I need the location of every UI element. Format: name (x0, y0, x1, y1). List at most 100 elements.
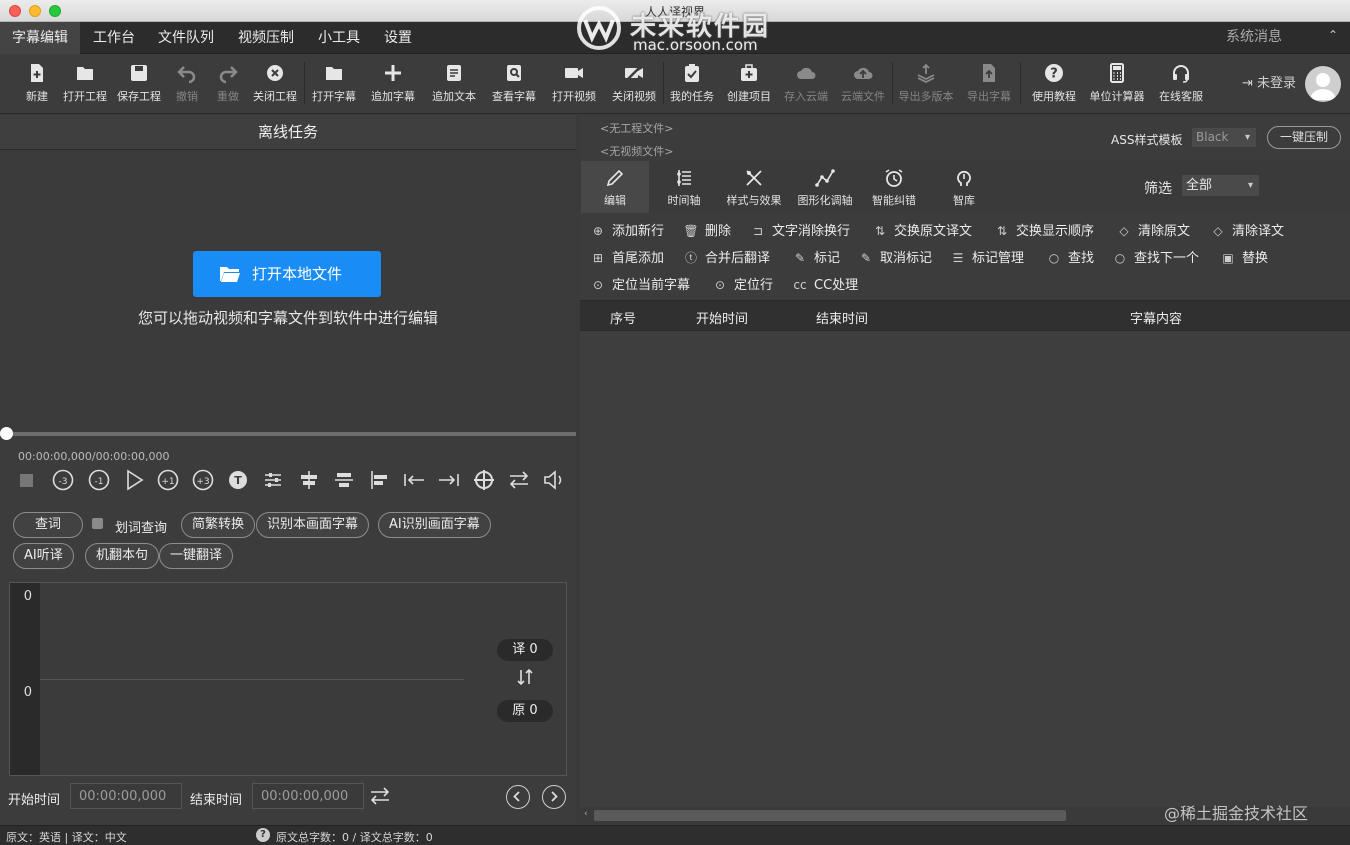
one-click-compress-button[interactable]: 一键压制 (1267, 126, 1341, 149)
online-support-button[interactable]: 在线客服 (1155, 60, 1207, 110)
column-index[interactable]: 序号 (610, 308, 636, 327)
export-subtitle-button[interactable]: 导出字幕 (964, 60, 1014, 110)
align-middle-button[interactable] (331, 467, 357, 493)
collapse-toolbar-icon[interactable]: ⌃ (1328, 28, 1338, 42)
clear-target-button[interactable]: ◇ 清除译文 (1210, 220, 1284, 242)
find-button[interactable]: ○ 查找 (1046, 247, 1094, 269)
save-project-button[interactable]: 保存工程 (114, 60, 164, 110)
subtitle-edit-box[interactable]: 0 0 译 0 原 0 (9, 582, 567, 776)
add-head-tail-button[interactable]: ⊞ 首尾添加 (590, 247, 664, 269)
tab-graphic-timing[interactable]: 图形化调轴 (790, 161, 860, 213)
column-subtitle-content[interactable]: 字幕内容 (1130, 308, 1182, 327)
unmark-button[interactable]: ✎ 取消标记 (858, 247, 932, 269)
avatar[interactable] (1305, 66, 1341, 102)
column-end-time[interactable]: 结束时间 (816, 308, 868, 327)
mark-management-button[interactable]: ☰ 标记管理 (950, 247, 1024, 269)
new-button[interactable]: 新建 (22, 60, 52, 110)
forward-1s-button[interactable]: +1 (155, 467, 181, 493)
adjust-button[interactable] (260, 467, 286, 493)
close-video-button[interactable]: 关闭视频 (609, 60, 659, 110)
locate-current-subtitle-button[interactable]: ⊙ 定位当前字幕 (590, 274, 690, 296)
remove-line-breaks-button[interactable]: ⊐ 文字消除换行 (750, 220, 850, 242)
ai-listen-translate-button[interactable]: AI听译 (13, 543, 74, 569)
add-new-line-button[interactable]: ⊕ 添加新行 (590, 220, 664, 242)
tab-knowledge-base[interactable]: 智库 (930, 161, 998, 213)
undo-button[interactable]: 撤销 (172, 60, 202, 110)
close-project-button[interactable]: 关闭工程 (250, 60, 300, 110)
filter-select[interactable]: 全部 (1182, 175, 1259, 196)
video-preview-area[interactable]: 打开本地文件 您可以拖动视频和字幕文件到软件中进行编辑 (0, 150, 576, 433)
play-button[interactable] (121, 467, 147, 493)
locate-button[interactable] (471, 467, 497, 493)
swap-text-button[interactable] (515, 667, 535, 691)
create-project-button[interactable]: 创建项目 (724, 60, 774, 110)
swap-display-order-button[interactable]: ⇅ 交换显示顺序 (994, 220, 1094, 242)
volume-button[interactable] (541, 467, 567, 493)
clear-source-button[interactable]: ◇ 清除原文 (1116, 220, 1190, 242)
next-line-button[interactable] (542, 785, 566, 809)
start-time-input[interactable] (70, 783, 182, 809)
append-subtitle-button[interactable]: 追加字幕 (368, 60, 418, 110)
append-text-button[interactable]: 追加文本 (429, 60, 479, 110)
menu-subtitle-edit[interactable]: 字幕编辑 (0, 22, 80, 54)
tab-edit[interactable]: 编辑 (581, 161, 649, 213)
align-left-button[interactable] (366, 467, 392, 493)
open-video-button[interactable]: 打开视频 (549, 60, 599, 110)
stop-button[interactable] (14, 467, 40, 493)
swap-time-button[interactable] (368, 785, 392, 811)
subtitle-table-body[interactable] (580, 331, 1350, 807)
tab-style-effects[interactable]: 样式与效果 (719, 161, 789, 213)
menu-file-queue[interactable]: 文件队列 (146, 22, 226, 54)
recognize-frame-subtitle-button[interactable]: 识别本画面字幕 (256, 512, 370, 538)
forward-3s-button[interactable]: +3 (190, 467, 216, 493)
scroll-left-icon[interactable]: ‹ (584, 809, 588, 819)
end-time-input[interactable] (252, 783, 364, 809)
save-to-cloud-button[interactable]: 存入云端 (781, 60, 831, 110)
login-link[interactable]: ⇥ 未登录 (1242, 72, 1296, 91)
open-project-button[interactable]: 打开工程 (60, 60, 110, 110)
open-local-file-button[interactable]: 打开本地文件 (193, 251, 381, 297)
help-icon[interactable]: ? (256, 828, 270, 842)
column-start-time[interactable]: 开始时间 (696, 308, 748, 327)
previous-line-button[interactable] (506, 785, 530, 809)
delete-button[interactable]: 🗑 删除 (683, 220, 731, 242)
menu-workbench[interactable]: 工作台 (81, 22, 147, 54)
menu-tools[interactable]: 小工具 (306, 22, 372, 54)
simplified-traditional-button[interactable]: 简繁转换 (181, 512, 256, 538)
tab-smart-correct[interactable]: 智能纠错 (860, 161, 928, 213)
system-message-link[interactable]: 系统消息 (1226, 26, 1282, 46)
word-lookup-checkbox[interactable] (92, 518, 103, 529)
merge-translate-button[interactable]: ⓣ 合并后翻译 (683, 247, 770, 269)
mark-button[interactable]: ✎ 标记 (792, 247, 840, 269)
one-click-translate-button[interactable]: 一键翻译 (159, 543, 234, 569)
playback-progress-bar[interactable] (0, 427, 576, 440)
menu-video-compress[interactable]: 视频压制 (226, 22, 306, 54)
tab-timeline[interactable]: 时间轴 (650, 161, 718, 213)
swap-source-target-button[interactable]: ⇅ 交换原文译文 (872, 220, 972, 242)
my-tasks-button[interactable]: 我的任务 (667, 60, 717, 110)
cloud-files-button[interactable]: 云端文件 (838, 60, 888, 110)
unit-calculator-button[interactable]: 单位计算器 (1086, 60, 1148, 110)
progress-handle[interactable] (0, 427, 13, 440)
locate-line-button[interactable]: ⊙ 定位行 (712, 274, 773, 296)
lookup-word-button[interactable]: 查词 (13, 512, 83, 538)
jump-to-start-button[interactable] (401, 467, 427, 493)
rewind-1s-button[interactable]: -1 (86, 467, 112, 493)
tutorial-button[interactable]: ? 使用教程 (1029, 60, 1079, 110)
loop-button[interactable] (506, 467, 532, 493)
align-center-button[interactable] (296, 467, 322, 493)
open-subtitle-button[interactable]: 打开字幕 (309, 60, 359, 110)
scrollbar-thumb[interactable] (594, 810, 1066, 821)
menu-settings[interactable]: 设置 (372, 22, 424, 54)
jump-to-end-button[interactable] (436, 467, 462, 493)
ass-template-select[interactable]: Black (1191, 127, 1257, 148)
machine-translate-line-button[interactable]: 机翻本句 (85, 543, 160, 569)
text-mode-button[interactable]: T (225, 467, 251, 493)
export-multi-version-button[interactable]: 导出多版本 (896, 60, 956, 110)
redo-button[interactable]: 重做 (213, 60, 243, 110)
ai-recognize-subtitle-button[interactable]: AI识别画面字幕 (378, 512, 491, 538)
view-subtitle-button[interactable]: 查看字幕 (489, 60, 539, 110)
replace-button[interactable]: ▣ 替换 (1220, 247, 1268, 269)
rewind-3s-button[interactable]: -3 (50, 467, 76, 493)
cc-process-button[interactable]: cc CC处理 (792, 274, 858, 296)
